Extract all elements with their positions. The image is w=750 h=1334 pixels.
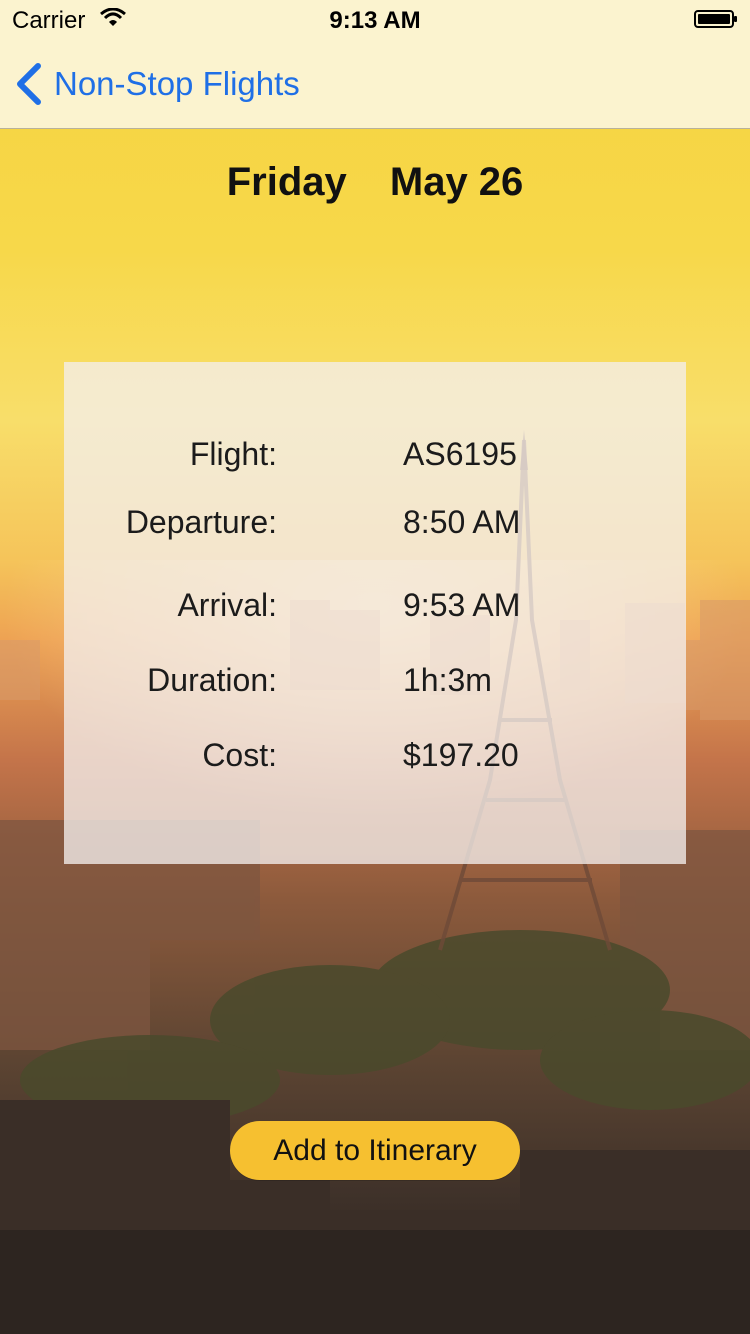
navigation-bar: Non-Stop Flights xyxy=(0,40,750,129)
cost-label: Cost: xyxy=(202,737,277,773)
arrival-label: Arrival: xyxy=(177,587,277,623)
arrival-value: 9:53 AM xyxy=(403,587,521,623)
date-header: Friday May 26 xyxy=(0,160,750,205)
cost-value: $197.20 xyxy=(403,737,519,773)
flight-value: AS6195 xyxy=(403,436,517,472)
date-label: May 26 xyxy=(389,160,524,204)
back-button[interactable]: Non-Stop Flights xyxy=(14,62,300,106)
chevron-left-icon xyxy=(17,63,41,105)
battery-icon xyxy=(694,10,737,28)
status-bar: Carrier 9:13 AM xyxy=(0,0,750,40)
status-time: 9:13 AM xyxy=(329,7,421,34)
back-button-label: Non-Stop Flights xyxy=(54,65,300,102)
departure-label: Departure: xyxy=(125,504,277,540)
day-label: Friday xyxy=(226,160,347,204)
flight-details-card: Flight: AS6195 Departure: 8:50 AM Arriva… xyxy=(64,362,686,864)
duration-value: 1h:3m xyxy=(403,662,492,698)
flight-label: Flight: xyxy=(189,436,277,472)
add-to-itinerary-button[interactable]: Add to Itinerary xyxy=(230,1121,520,1180)
duration-label: Duration: xyxy=(147,662,277,698)
departure-value: 8:50 AM xyxy=(403,504,521,540)
